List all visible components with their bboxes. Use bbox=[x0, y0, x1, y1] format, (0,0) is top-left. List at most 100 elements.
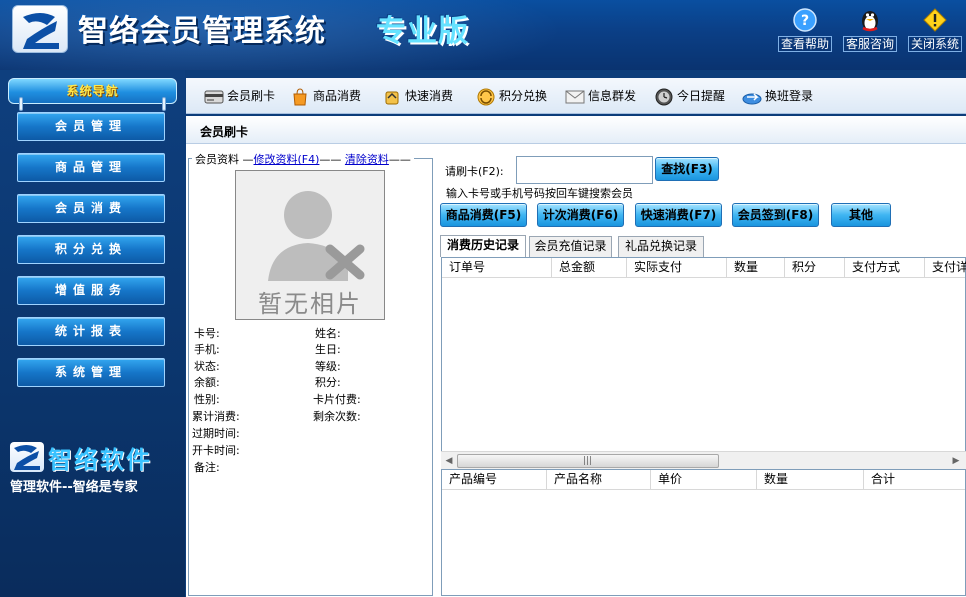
scroll-left-arrow-icon[interactable]: ◀ bbox=[442, 454, 456, 468]
card-reader-icon bbox=[204, 90, 224, 103]
sidebar-item-points-exchange[interactable]: 积分兑换 bbox=[17, 235, 165, 264]
field-total-consumption: 累计消费: bbox=[192, 410, 240, 423]
other-button[interactable]: 其他 bbox=[831, 203, 891, 227]
sidebar-item-member-management[interactable]: 会员管理 bbox=[17, 112, 165, 141]
field-card-fee: 卡片付费: bbox=[313, 393, 361, 406]
detail-table-header: 产品编号 产品名称 单价 数量 合计 bbox=[442, 470, 965, 490]
column-unit-price[interactable]: 单价 bbox=[651, 470, 757, 489]
order-detail-table: 产品编号 产品名称 单价 数量 合计 bbox=[441, 469, 966, 596]
sidebar-heading-label: 系统导航 bbox=[66, 84, 119, 98]
login-icon bbox=[742, 92, 762, 104]
tab-gift-exchange-history[interactable]: 礼品兑换记录 bbox=[618, 236, 704, 257]
exchange-icon bbox=[477, 88, 495, 105]
count-consumption-button[interactable]: 计次消费(F6) bbox=[537, 203, 624, 227]
toolbar-today-reminder-label: 今日提醒 bbox=[677, 89, 726, 103]
toolbar-message-broadcast[interactable]: 信息群发 bbox=[565, 86, 636, 106]
support-label: 客服咨询 bbox=[842, 36, 897, 52]
search-button[interactable]: 查找(F3) bbox=[655, 157, 719, 181]
column-subtotal[interactable]: 合计 bbox=[864, 470, 966, 489]
help-icon: ? bbox=[793, 8, 817, 32]
column-payment-method[interactable]: 支付方式 bbox=[845, 258, 925, 277]
toolbar-points-exchange[interactable]: 积分兑换 bbox=[476, 86, 547, 106]
column-total-amount[interactable]: 总金额 bbox=[552, 258, 627, 277]
sidebar-pin-right bbox=[162, 97, 166, 111]
tab-recharge-history[interactable]: 会员充值记录 bbox=[529, 236, 612, 257]
column-order-no[interactable]: 订单号 bbox=[442, 258, 552, 277]
sidebar-item-member-consumption[interactable]: 会员消费 bbox=[17, 194, 165, 223]
toolbar-today-reminder[interactable]: 今日提醒 bbox=[654, 86, 725, 106]
field-level: 等级: bbox=[315, 360, 341, 373]
panel-title: 会员刷卡 bbox=[200, 125, 249, 139]
brand-logo-icon bbox=[10, 442, 44, 472]
sidebar-heading: 系统导航 bbox=[8, 78, 177, 111]
toolbar-shift-login[interactable]: 换班登录 bbox=[742, 86, 813, 106]
scroll-right-arrow-icon[interactable]: ▶ bbox=[949, 454, 963, 468]
toolbar: 会员刷卡 商品消费 快速消费 积分兑换 信息群发 今日提醒 换班登录 bbox=[186, 78, 966, 114]
app-edition: 专业版 bbox=[376, 14, 469, 49]
swipe-hint: 输入卡号或手机号码按回车键搜索会员 bbox=[446, 187, 633, 200]
column-detail-quantity[interactable]: 数量 bbox=[757, 470, 864, 489]
sidebar-pin-left bbox=[19, 97, 23, 111]
toolbar-quick-consumption[interactable]: 快速消费 bbox=[382, 86, 453, 106]
toolbar-product-consumption[interactable]: 商品消费 bbox=[290, 86, 361, 106]
field-gender: 性别: bbox=[194, 393, 220, 406]
toolbar-quick-consumption-label: 快速消费 bbox=[405, 89, 454, 103]
field-phone: 手机: bbox=[194, 343, 220, 356]
sidebar-item-product-management[interactable]: 商品管理 bbox=[17, 153, 165, 182]
product-consumption-button[interactable]: 商品消费(F5) bbox=[440, 203, 527, 227]
edit-member-link[interactable]: 修改资料(F4) bbox=[254, 153, 320, 166]
history-table-header: 订单号 总金额 实际支付 数量 积分 支付方式 支付详 bbox=[442, 258, 966, 278]
brand-block: 智络软件 管理软件--智络是专家 bbox=[10, 442, 180, 495]
panel-title-bar: 会员刷卡 bbox=[186, 116, 966, 144]
field-points: 积分: bbox=[315, 376, 341, 389]
help-button[interactable]: ? 查看帮助 bbox=[775, 8, 835, 52]
app-logo bbox=[12, 5, 68, 53]
column-product-code[interactable]: 产品编号 bbox=[442, 470, 547, 489]
field-birthday: 生日: bbox=[315, 343, 341, 356]
clock-icon bbox=[655, 88, 673, 105]
column-quantity[interactable]: 数量 bbox=[727, 258, 785, 277]
swipe-card-label: 请刷卡(F2): bbox=[445, 165, 504, 178]
member-info-legend: 会员资料 —修改资料(F4)—— 清除资料—— bbox=[192, 151, 414, 167]
column-points[interactable]: 积分 bbox=[785, 258, 845, 277]
toolbar-points-exchange-label: 积分兑换 bbox=[499, 89, 548, 103]
history-horizontal-scrollbar[interactable]: ◀ ||| ▶ bbox=[441, 451, 966, 469]
quick-consumption-button[interactable]: 快速消费(F7) bbox=[635, 203, 722, 227]
sidebar-item-reports[interactable]: 统计报表 bbox=[17, 317, 165, 346]
toolbar-message-broadcast-label: 信息群发 bbox=[588, 89, 637, 103]
toolbar-member-swipe[interactable]: 会员刷卡 bbox=[204, 86, 275, 106]
member-swipe-panel: 会员刷卡 会员资料 —修改资料(F4)—— 清除资料—— 暂无相片 卡号: 手机… bbox=[186, 116, 966, 597]
member-checkin-button[interactable]: 会员签到(F8) bbox=[732, 203, 819, 227]
swipe-card-input[interactable] bbox=[516, 156, 653, 184]
shopping-icon bbox=[293, 87, 307, 105]
column-product-name[interactable]: 产品名称 bbox=[547, 470, 651, 489]
close-system-label: 关闭系统 bbox=[907, 36, 962, 52]
member-legend-label: 会员资料 bbox=[195, 153, 239, 166]
scrollbar-thumb[interactable]: ||| bbox=[457, 454, 719, 468]
field-open-time: 开卡时间: bbox=[192, 444, 240, 457]
field-status: 状态: bbox=[194, 360, 220, 373]
close-system-button[interactable]: 关闭系统 bbox=[905, 8, 965, 52]
app-logo-icon bbox=[23, 13, 59, 49]
toolbar-shift-login-label: 换班登录 bbox=[765, 89, 814, 103]
no-photo-text: 暂无相片 bbox=[258, 290, 362, 318]
sidebar: 系统导航 会员管理 商品管理 会员消费 积分兑换 增值服务 统计报表 系统管理 … bbox=[0, 70, 185, 597]
column-payment-detail[interactable]: 支付详 bbox=[925, 258, 966, 277]
clear-member-link[interactable]: 清除资料 bbox=[345, 153, 389, 166]
brand-slogan: 管理软件--智络是专家 bbox=[10, 480, 138, 495]
app-header: 智络会员管理系统 专业版 ? 查看帮助 客服咨询 关闭系统 bbox=[0, 0, 966, 70]
scrollbar-grip-icon: ||| bbox=[583, 456, 593, 466]
help-label: 查看帮助 bbox=[777, 36, 832, 52]
field-expire-time: 过期时间: bbox=[192, 427, 240, 440]
field-card-no: 卡号: bbox=[194, 327, 220, 340]
column-actual-payment[interactable]: 实际支付 bbox=[627, 258, 727, 277]
qq-penguin-icon bbox=[862, 11, 878, 32]
sidebar-item-system-management[interactable]: 系统管理 bbox=[17, 358, 165, 387]
svg-text:?: ? bbox=[801, 13, 809, 29]
sidebar-item-value-added[interactable]: 增值服务 bbox=[17, 276, 165, 305]
tab-consumption-history[interactable]: 消费历史记录 bbox=[440, 235, 526, 257]
warning-icon bbox=[923, 8, 947, 32]
mail-icon bbox=[565, 90, 585, 103]
support-button[interactable]: 客服咨询 bbox=[840, 8, 900, 52]
app-title: 智络会员管理系统 bbox=[78, 14, 326, 49]
